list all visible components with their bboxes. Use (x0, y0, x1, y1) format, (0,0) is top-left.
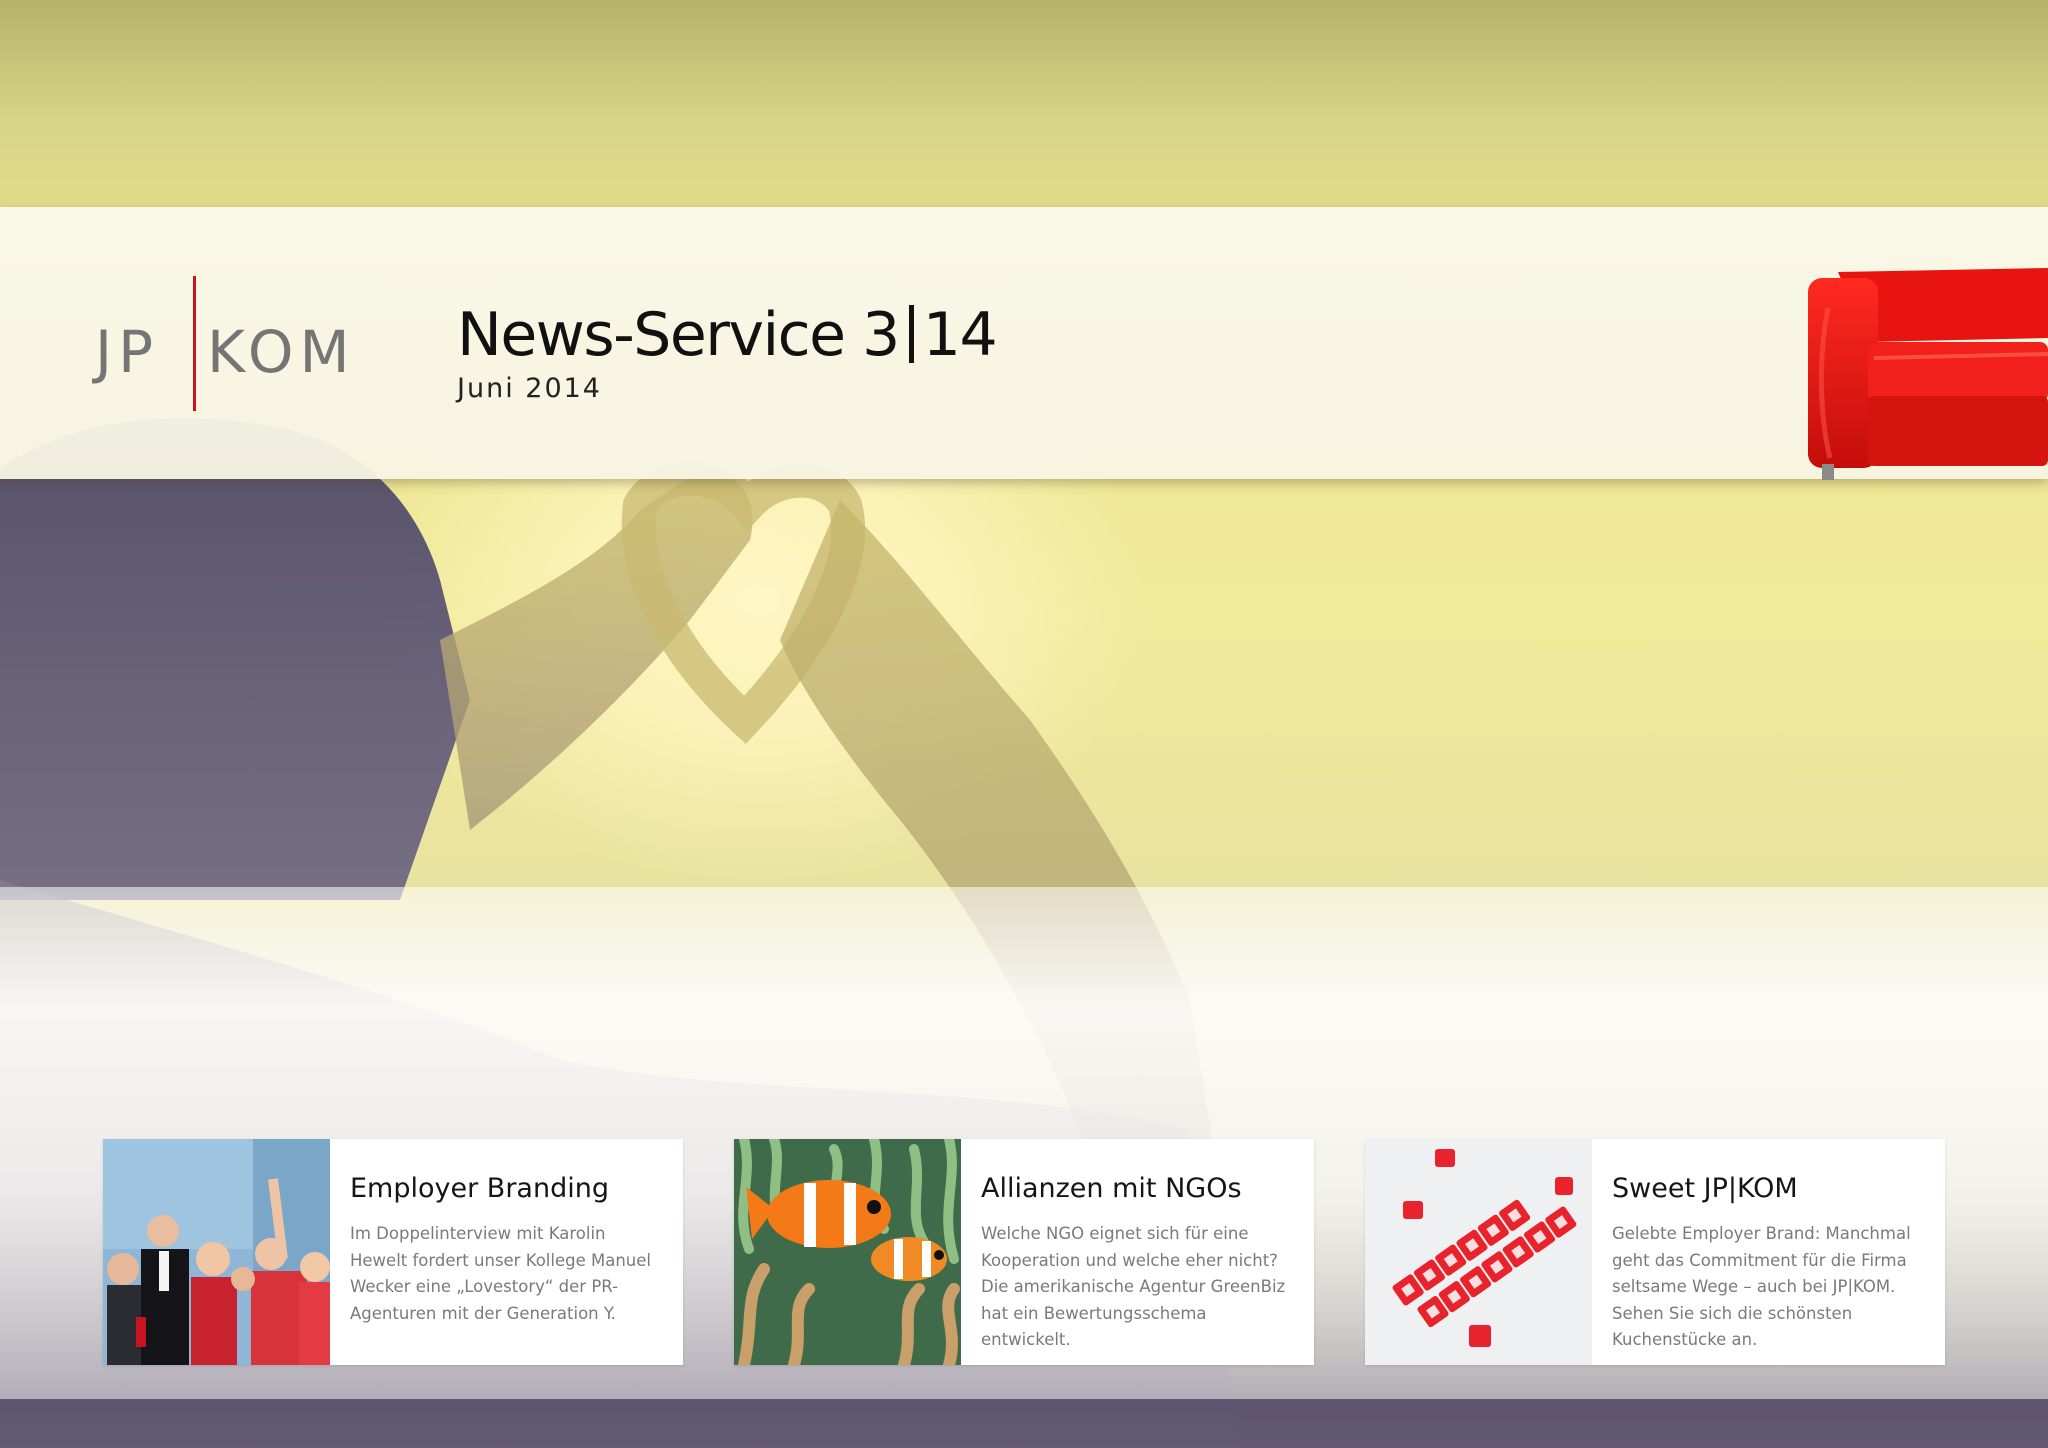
article-thumbnail[interactable] (103, 1139, 330, 1365)
title-issue: 14 (922, 300, 998, 370)
article-body: Employer Branding Im Doppelinterview mit… (350, 1173, 660, 1327)
jpkom-logo[interactable]: JP KOM (95, 276, 375, 411)
article-body: Sweet JP|KOM Gelebte Employer Brand: Man… (1612, 1173, 1922, 1354)
article-teaser: Im Doppelinterview mit Karolin Hewelt fo… (350, 1224, 651, 1323)
logo-divider (193, 276, 196, 411)
red-sofa-icon (1808, 268, 2048, 480)
article-thumbnail[interactable] (734, 1139, 961, 1365)
article-title[interactable]: Sweet JP|KOM (1612, 1173, 1922, 1205)
article-card-employer-branding[interactable]: Employer Branding Im Doppelinterview mit… (103, 1139, 683, 1365)
sugar-letters-photo-icon (1365, 1139, 1592, 1365)
article-thumbnail[interactable] (1365, 1139, 1592, 1365)
page-title-block: News-Service 3 14 Juni 2014 (457, 305, 998, 404)
page-title: News-Service 3 14 (457, 305, 998, 365)
issue-date: Juni 2014 (457, 373, 602, 404)
article-card-sweet-jpkom[interactable]: Sweet JP|KOM Gelebte Employer Brand: Man… (1365, 1139, 1945, 1365)
article-card-allianzen-ngos[interactable]: Allianzen mit NGOs Welche NGO eignet sic… (734, 1139, 1314, 1365)
title-main: News-Service 3 (457, 300, 900, 370)
article-title[interactable]: Allianzen mit NGOs (981, 1173, 1291, 1205)
logo-text-jp: JP (95, 318, 160, 386)
article-title[interactable]: Employer Branding (350, 1173, 660, 1205)
article-teaser: Gelebte Employer Brand: Manchmal geht da… (1612, 1224, 1911, 1349)
clownfish-photo-icon (734, 1139, 961, 1365)
article-teaser: Welche NGO eignet sich für eine Kooperat… (981, 1224, 1286, 1349)
award-stage-photo-icon (103, 1139, 330, 1365)
footer-band (0, 1399, 2048, 1448)
article-body: Allianzen mit NGOs Welche NGO eignet sic… (981, 1173, 1291, 1354)
logo-text-kom: KOM (207, 318, 356, 386)
title-divider (908, 305, 914, 363)
